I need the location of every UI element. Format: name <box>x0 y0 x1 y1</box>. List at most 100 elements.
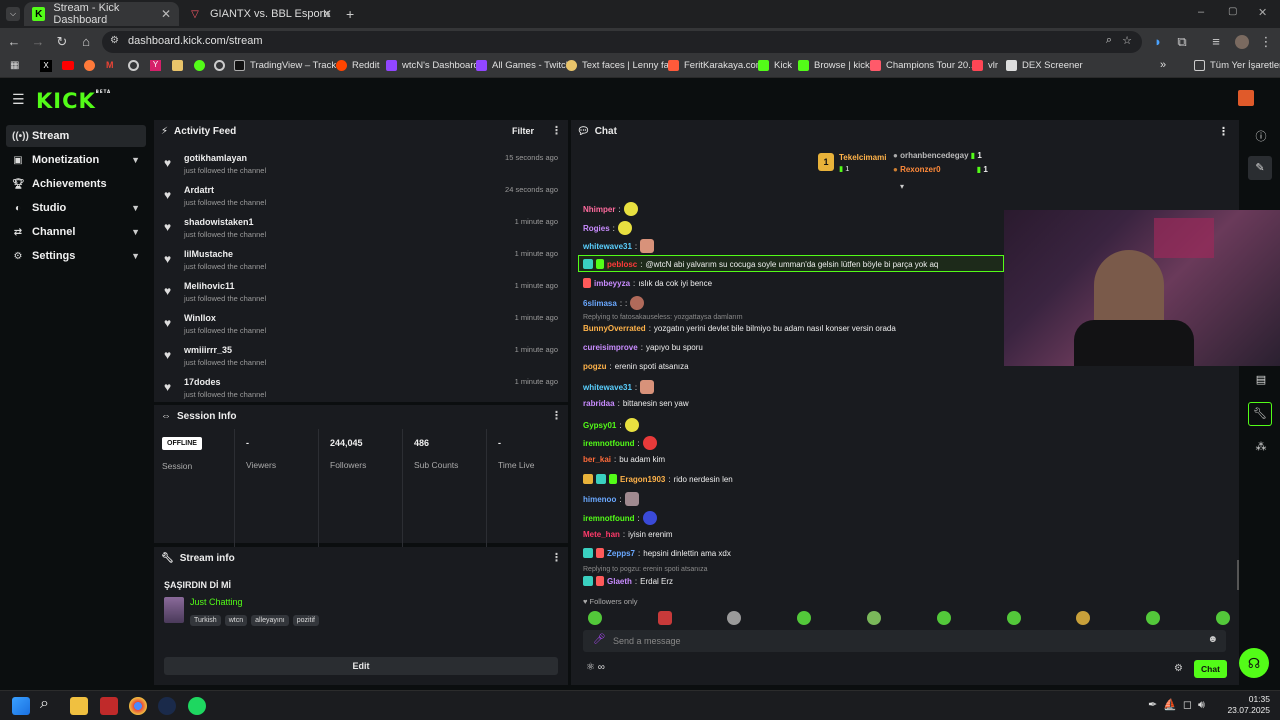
emote-icon[interactable] <box>1007 611 1021 625</box>
chat-username[interactable]: himenoo <box>583 495 616 504</box>
tab-vct[interactable]: ▽ GIANTX vs. BBL Esports | VCT 2( ✕ <box>180 2 340 26</box>
sidebar-item-monetization[interactable]: ▣ Monetization ▼ <box>6 149 146 171</box>
zoom-icon[interactable]: ⌕ <box>1106 34 1112 47</box>
chat-username[interactable]: peblosc <box>607 260 637 269</box>
bookmark-all-bookmarks[interactable]: Tüm Yer İşaretleri <box>1194 60 1280 71</box>
bookmark-tradingview[interactable]: TradingView – Track... <box>234 60 344 71</box>
spotify-icon[interactable] <box>188 697 206 715</box>
bookmark-browse-kick[interactable]: Browse | kick <box>798 60 870 71</box>
filter-button[interactable]: Filter <box>512 126 534 136</box>
search-icon[interactable]: ⌕ <box>40 695 49 713</box>
browser-menu-icon[interactable]: ⋮ <box>1258 34 1274 50</box>
chat-username[interactable]: Rogies <box>583 224 610 233</box>
chrome-icon[interactable] <box>129 697 147 715</box>
bookmark-champions-tour[interactable]: Champions Tour 20... <box>870 60 976 71</box>
more-bookmarks-icon[interactable]: » <box>1160 59 1166 71</box>
hamburger-menu-icon[interactable]: ☰ <box>12 91 25 108</box>
media-icon[interactable]: ≡ <box>1208 34 1224 50</box>
tool-icon[interactable]: ▤ <box>1254 373 1268 387</box>
chat-username[interactable]: imbeyyza <box>594 279 630 288</box>
site-info-icon[interactable]: ⚙ <box>110 35 119 46</box>
app-icon[interactable] <box>100 697 118 715</box>
bookmark-feritkarakaya[interactable]: FeritKarakaya.com <box>668 60 764 71</box>
kick-logo[interactable]: KICKBETA <box>36 89 111 113</box>
chat-username[interactable]: Mete_han <box>583 530 620 539</box>
close-tab-icon[interactable]: ✕ <box>161 7 171 21</box>
back-icon[interactable]: ← <box>6 34 22 50</box>
home-icon[interactable]: ⌂ <box>78 34 94 50</box>
chat-username[interactable]: Eragon1903 <box>620 475 665 484</box>
sidebar-item-channel[interactable]: ⇄ Channel ▼ <box>6 221 146 243</box>
tray-icons[interactable]: ✒⛵◻🔊︎ <box>1148 698 1211 712</box>
bookmark-icon[interactable] <box>84 60 95 71</box>
chat-username[interactable]: rabridaa <box>583 399 615 408</box>
bookmark-icon[interactable] <box>214 60 225 71</box>
minimize-window-icon[interactable]: – <box>1198 6 1204 18</box>
bookmark-dex-screener[interactable]: DEX Screener <box>1006 60 1083 71</box>
clock[interactable]: 01:35 23.07.2025 <box>1226 694 1270 716</box>
sidebar-item-settings[interactable]: ⚙ Settings ▼ <box>6 245 146 267</box>
windows-start-icon[interactable] <box>12 697 30 715</box>
microphone-icon[interactable]: 🎤︎ <box>593 634 606 645</box>
apps-grid-icon[interactable]: ▦ <box>10 60 19 71</box>
follower-name[interactable]: shadowistaken1 <box>184 217 254 227</box>
leader-name[interactable]: ● Rexonzer0 ▮ 1 <box>893 165 988 174</box>
edit-button[interactable]: Edit <box>164 657 558 675</box>
chat-username[interactable]: 6slimasa <box>583 299 617 308</box>
yahoo-bookmark-icon[interactable]: Y <box>150 60 161 71</box>
emoji-icon[interactable]: ☻ <box>1207 634 1218 645</box>
wrench-tool-button[interactable]: 🔧︎ <box>1248 402 1272 426</box>
steam-icon[interactable] <box>158 697 176 715</box>
message-input[interactable]: 🎤︎ Send a message ☻ <box>583 630 1226 652</box>
leader-name[interactable]: Tekelcimami <box>839 153 886 162</box>
restore-window-icon[interactable]: ▢ <box>1228 6 1237 17</box>
kebab-menu-icon[interactable]: ⋮ <box>551 409 562 422</box>
category-link[interactable]: Just Chatting <box>190 597 243 607</box>
follower-name[interactable]: Ardatrt <box>184 185 214 195</box>
bookmark-wtcn-dashboard[interactable]: wtcN's Dashboard <box>386 60 479 71</box>
file-explorer-icon[interactable] <box>70 697 88 715</box>
follower-name[interactable]: Melihovic11 <box>184 281 235 291</box>
chat-username[interactable]: whitewave31 <box>583 383 632 392</box>
info-icon[interactable]: ⓘ <box>1254 128 1268 143</box>
emote-icon[interactable] <box>1076 611 1090 625</box>
expand-leaderboard-icon[interactable]: ▾ <box>900 182 904 191</box>
youtube-bookmark-icon[interactable] <box>62 61 74 70</box>
integrations-icon[interactable]: ⁂ <box>1254 440 1268 454</box>
user-avatar[interactable] <box>1238 90 1254 106</box>
chat-username[interactable]: iremnotfound <box>583 439 635 448</box>
help-chat-button[interactable]: ☊ <box>1239 648 1269 678</box>
emote-icon[interactable] <box>588 611 602 625</box>
emote-icon[interactable] <box>797 611 811 625</box>
new-tab-icon[interactable]: + <box>346 6 354 22</box>
emote-icon[interactable] <box>1146 611 1160 625</box>
emote-icon[interactable] <box>1216 611 1230 625</box>
gmail-bookmark-icon[interactable]: M <box>106 60 114 70</box>
follower-name[interactable]: Winllox <box>184 313 216 323</box>
emote-icon[interactable] <box>727 611 741 625</box>
chat-username[interactable]: BunnyOverrated <box>583 324 646 333</box>
forward-icon[interactable]: → <box>30 34 46 50</box>
chat-settings-icon[interactable]: ⚙ <box>1174 663 1183 674</box>
kebab-menu-icon[interactable]: ⋮ <box>551 124 562 137</box>
sidebar-item-achievements[interactable]: 🏆︎ Achievements <box>6 173 146 195</box>
follower-name[interactable]: 17dodes <box>184 377 221 387</box>
bookmark-icon[interactable] <box>128 60 139 71</box>
chat-scrollbar[interactable] <box>1237 560 1239 590</box>
profile-avatar[interactable] <box>1235 35 1249 49</box>
close-tab-icon[interactable]: ✕ <box>322 7 332 21</box>
sidebar-item-studio[interactable]: ◐ Studio ▼ <box>6 197 146 219</box>
url-field[interactable]: ⚙ dashboard.kick.com/stream ⌕ ☆ <box>102 31 1142 53</box>
tab-kick-dashboard[interactable]: K Stream - Kick Dashboard ✕ <box>24 2 179 26</box>
extensions-puzzle-icon[interactable]: ⧉ <box>1174 34 1190 50</box>
bookmark-text-faces[interactable]: Text faces | Lenny fa... <box>566 60 677 71</box>
close-window-icon[interactable]: ✕ <box>1258 6 1267 19</box>
edit-tool-button[interactable]: ✎ <box>1248 156 1272 180</box>
kebab-menu-icon[interactable]: ⋮ <box>1218 125 1229 138</box>
follower-name[interactable]: wmiiirrr_35 <box>184 345 232 355</box>
follower-name[interactable]: gotikhamlayan <box>184 153 247 163</box>
chat-username[interactable]: Glaeth <box>607 577 632 586</box>
bookmark-kick[interactable]: Kick <box>758 60 792 71</box>
chat-username[interactable]: cureisimprove <box>583 343 638 352</box>
chat-username[interactable]: whitewave31 <box>583 242 632 251</box>
